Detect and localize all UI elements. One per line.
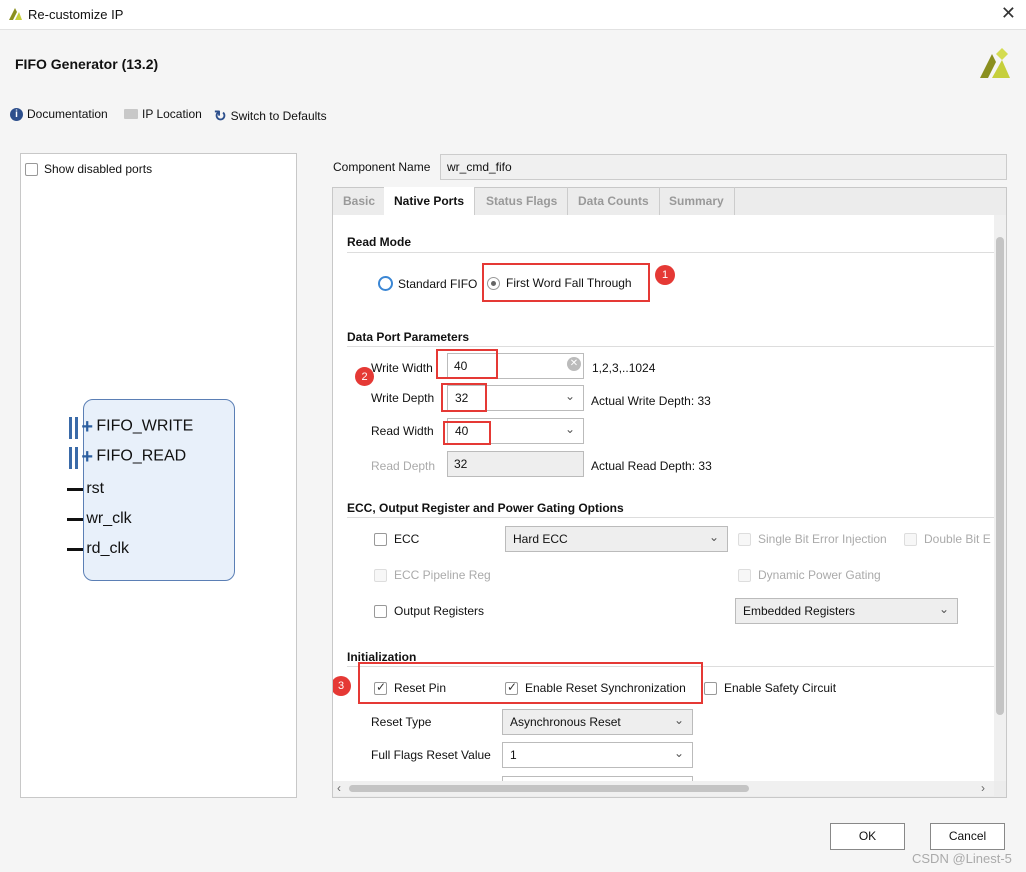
component-name-input[interactable]: wr_cmd_fifo — [440, 154, 1007, 180]
xilinx-logo-icon — [980, 48, 1010, 78]
annotation-badge-1: 1 — [655, 265, 675, 285]
cancel-button[interactable]: Cancel — [930, 823, 1005, 850]
actual-read-depth: Actual Read Depth: 33 — [591, 459, 712, 473]
tab-data-counts[interactable]: Data Counts — [568, 187, 660, 215]
highlight-box-1 — [482, 263, 650, 302]
chevron-down-icon: ⌄ — [673, 746, 684, 760]
read-depth-label: Read Depth — [371, 459, 436, 473]
highlight-box-3 — [358, 662, 703, 704]
page-title: FIFO Generator (13.2) — [15, 56, 159, 72]
highlight-box-2b — [441, 383, 487, 412]
chevron-down-icon: ⌄ — [938, 602, 949, 616]
output-registers-label: Output Registers — [394, 604, 485, 618]
single-bit-label: Single Bit Error Injection — [758, 532, 887, 546]
tab-native-ports[interactable]: Native Ports — [384, 187, 476, 215]
vertical-scrollbar[interactable] — [994, 215, 1006, 781]
read-mode-heading: Read Mode — [347, 235, 412, 249]
port-rst[interactable]: rst — [67, 480, 104, 498]
ecc-type-combo[interactable]: Hard ECC ⌄ — [505, 526, 728, 552]
port-fifo-read[interactable]: + FIFO_READ — [69, 446, 186, 469]
documentation-button[interactable]: i Documentation — [10, 107, 108, 121]
port-fifo-write[interactable]: + FIFO_WRITE — [69, 416, 193, 439]
data-port-heading: Data Port Parameters — [347, 330, 470, 344]
native-ports-content: Read Mode Standard FIFO First Word Fall … — [333, 215, 994, 781]
port-label: wr_clk — [86, 510, 132, 527]
full-flags-label: Full Flags Reset Value — [371, 748, 491, 762]
folder-icon — [124, 109, 138, 119]
chevron-down-icon: ⌄ — [708, 530, 719, 544]
full-flags-combo[interactable]: 1 ⌄ — [502, 742, 693, 768]
read-depth-input: 32 — [447, 451, 584, 477]
tab-basic[interactable]: Basic — [333, 187, 387, 215]
annotation-badge-3: 3 — [333, 676, 351, 696]
standard-fifo-radio[interactable]: Standard FIFO — [378, 276, 477, 291]
watermark: CSDN @Linest-5 — [912, 851, 1012, 866]
clear-icon[interactable]: ✕ — [567, 357, 581, 371]
read-width-label: Read Width — [371, 424, 434, 438]
horizontal-scroll-thumb[interactable] — [349, 785, 749, 792]
write-depth-label: Write Depth — [371, 391, 435, 405]
single-bit-error-checkbox: Single Bit Error Injection — [738, 532, 887, 546]
documentation-label: Documentation — [27, 107, 108, 121]
horizontal-scrollbar[interactable]: ‹ › — [333, 781, 994, 796]
ecc-checkbox[interactable]: ECC — [374, 532, 419, 546]
reset-type-combo[interactable]: Asynchronous Reset ⌄ — [502, 709, 693, 735]
full-flags-value: 1 — [510, 748, 517, 762]
info-icon: i — [10, 107, 23, 121]
double-bit-error-checkbox: Double Bit E — [904, 532, 991, 546]
vertical-scroll-thumb[interactable] — [996, 237, 1004, 715]
highlight-box-2c — [443, 421, 491, 445]
tab-summary[interactable]: Summary — [659, 187, 735, 215]
ecc-type-value: Hard ECC — [513, 532, 568, 546]
ip-location-button[interactable]: IP Location — [124, 107, 202, 121]
ip-location-label: IP Location — [142, 107, 202, 121]
enable-safety-label: Enable Safety Circuit — [724, 681, 837, 695]
window-title: Re-customize IP — [28, 7, 124, 22]
reset-type-label: Reset Type — [371, 715, 432, 729]
port-label: rst — [86, 480, 105, 497]
ecc-pipeline-label: ECC Pipeline Reg — [394, 568, 491, 582]
actual-write-depth: Actual Write Depth: 33 — [591, 394, 711, 408]
component-name-label: Component Name — [333, 160, 431, 174]
reset-type-value: Asynchronous Reset — [510, 715, 621, 729]
chevron-down-icon: ⌄ — [564, 389, 575, 403]
annotation-badge-2: 2 — [355, 367, 374, 386]
close-icon[interactable]: ✕ — [1001, 3, 1016, 24]
register-type-combo[interactable]: Embedded Registers ⌄ — [735, 598, 958, 624]
chevron-down-icon: ⌄ — [564, 422, 575, 436]
chevron-down-icon: ⌄ — [673, 713, 684, 727]
ecc-label: ECC — [394, 532, 420, 546]
radio-icon — [378, 276, 393, 291]
output-registers-checkbox[interactable]: Output Registers — [374, 604, 484, 618]
dynamic-power-gating-checkbox: Dynamic Power Gating — [738, 568, 881, 582]
port-label: FIFO_WRITE — [96, 417, 194, 435]
switch-defaults-button[interactable]: ↻ Switch to Defaults — [214, 107, 327, 125]
show-disabled-label: Show disabled ports — [44, 162, 153, 176]
symbol-panel: Show disabled ports + FIFO_WRITE + FIFO_… — [20, 153, 297, 798]
refresh-icon: ↻ — [214, 108, 227, 125]
ok-button[interactable]: OK — [830, 823, 905, 850]
xilinx-logo-icon — [9, 8, 22, 20]
register-type-value: Embedded Registers — [743, 604, 856, 618]
highlight-box-2a — [436, 349, 498, 379]
dynamic-power-label: Dynamic Power Gating — [758, 568, 881, 582]
port-label: rd_clk — [86, 540, 130, 557]
port-label: FIFO_READ — [96, 447, 187, 465]
ecc-pipeline-checkbox: ECC Pipeline Reg — [374, 568, 491, 582]
port-rd-clk[interactable]: rd_clk — [67, 540, 129, 558]
double-bit-label: Double Bit E — [924, 532, 991, 546]
switch-defaults-label: Switch to Defaults — [230, 109, 327, 123]
standard-fifo-label: Standard FIFO — [398, 276, 478, 291]
title-bar: Re-customize IP ✕ — [0, 0, 1026, 30]
port-wr-clk[interactable]: wr_clk — [67, 510, 132, 528]
show-disabled-ports-checkbox[interactable]: Show disabled ports — [25, 162, 152, 176]
tab-status-flags[interactable]: Status Flags — [476, 187, 569, 215]
write-width-range: 1,2,3,..1024 — [592, 361, 656, 375]
ecc-heading: ECC, Output Register and Power Gating Op… — [347, 501, 624, 515]
write-width-label: Write Width — [371, 361, 433, 375]
enable-safety-circuit-checkbox[interactable]: Enable Safety Circuit — [704, 681, 836, 695]
